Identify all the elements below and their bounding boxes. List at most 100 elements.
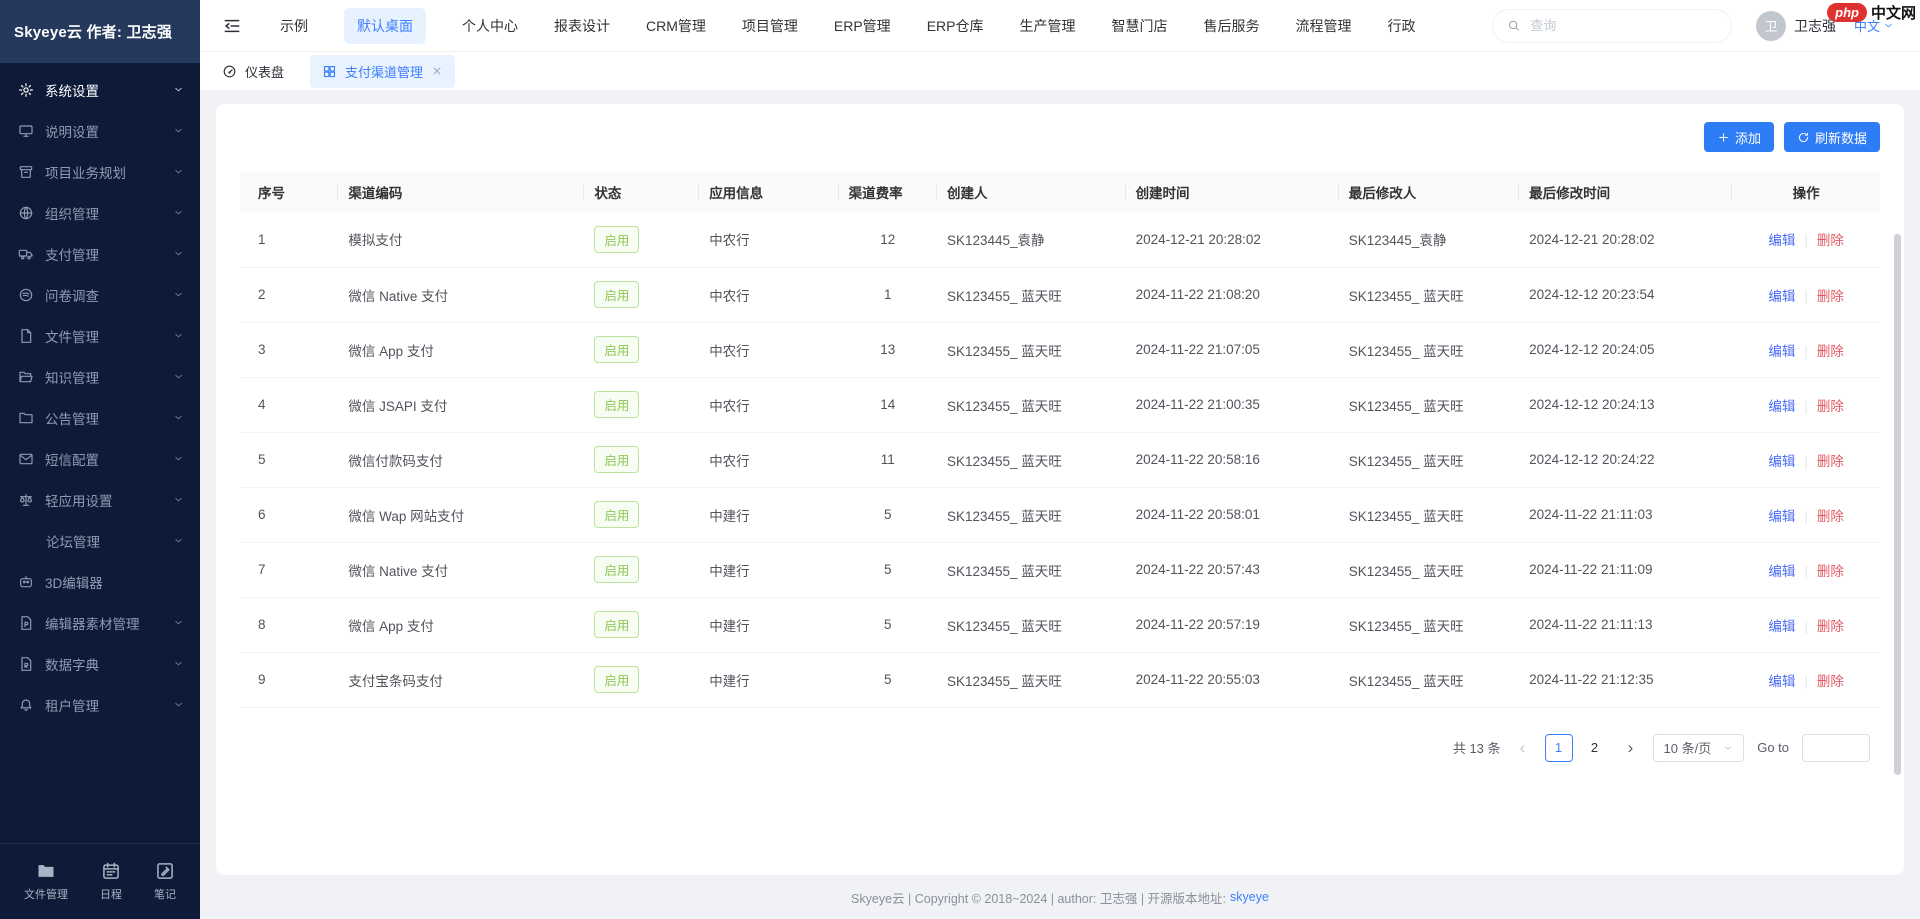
status-badge: 启用 [594, 501, 639, 528]
cell-actions: 编辑|删除 [1732, 432, 1880, 487]
delete-link[interactable]: 删除 [1817, 509, 1844, 524]
action-separator: | [1804, 674, 1808, 689]
cell-creator: SK123455_ 蓝天旺 [937, 377, 1126, 432]
search-input[interactable] [1528, 17, 1717, 34]
sidebar-item-system-settings[interactable]: 系统设置 [0, 69, 200, 110]
delete-link[interactable]: 删除 [1817, 233, 1844, 248]
chevron-down-icon [173, 248, 184, 259]
sidebar-item-editor-material-management[interactable]: 编辑器素材管理 [0, 602, 200, 643]
nav-item-personal-center[interactable]: 个人中心 [462, 16, 518, 36]
nav-item-process[interactable]: 流程管理 [1295, 16, 1351, 36]
delete-link[interactable]: 删除 [1817, 399, 1844, 414]
delete-link[interactable]: 删除 [1817, 289, 1844, 304]
edit-link[interactable]: 编辑 [1768, 619, 1795, 634]
sidebar-item-project-business-plan[interactable]: 项目业务规划 [0, 151, 200, 192]
sidebar-item-knowledge-management[interactable]: 知识管理 [0, 356, 200, 397]
sidebar-item-label: 编辑器素材管理 [45, 613, 173, 633]
refresh-data-button[interactable]: 刷新数据 [1784, 122, 1880, 152]
edit-link[interactable]: 编辑 [1768, 674, 1795, 689]
goto-page-input[interactable] [1802, 734, 1870, 762]
payment-channel-card: 添加 刷新数据 序号渠道编码状态应用信息渠道费率创建人创建时间最后修改人最后修改… [216, 104, 1904, 875]
sidebar-item-questionnaire-survey[interactable]: 问卷调查 [0, 274, 200, 315]
table-row: 2微信 Native 支付启用中农行1SK123455_ 蓝天旺2024-11-… [240, 267, 1880, 322]
sidebar-item-organization-management[interactable]: 组织管理 [0, 192, 200, 233]
tab-dashboard[interactable]: 仪表盘 [222, 62, 284, 81]
cell-actions: 编辑|删除 [1732, 212, 1880, 267]
nav-item-erp-warehouse[interactable]: ERP仓库 [927, 16, 984, 36]
sidebar-item-3d-editor[interactable]: 3D编辑器 [0, 561, 200, 602]
cell-modified-time: 2024-11-22 21:11:13 [1519, 597, 1732, 652]
vertical-scrollbar[interactable] [1894, 234, 1901, 775]
cell-created-time: 2024-11-22 21:07:05 [1126, 322, 1339, 377]
sidebar-shortcut-notes[interactable]: 笔记 [154, 861, 176, 902]
next-page-button[interactable]: › [1622, 738, 1640, 758]
table-header-row: 序号渠道编码状态应用信息渠道费率创建人创建时间最后修改人最后修改时间操作 [240, 172, 1880, 212]
tab-payment-channel-management[interactable]: 支付渠道管理 [310, 55, 455, 88]
cell-created-time: 2024-11-22 20:57:19 [1126, 597, 1339, 652]
folder-fill-icon [36, 861, 56, 881]
delete-link[interactable]: 删除 [1817, 619, 1844, 634]
delete-link[interactable]: 删除 [1817, 564, 1844, 579]
cell-created-time: 2024-11-22 20:58:16 [1126, 432, 1339, 487]
cell-creator: SK123455_ 蓝天旺 [937, 597, 1126, 652]
add-button[interactable]: 添加 [1704, 122, 1774, 152]
nav-item-project[interactable]: 项目管理 [742, 16, 798, 36]
column-header-6: 创建时间 [1126, 172, 1339, 212]
sidebar-item-tenant-management[interactable]: 租户管理 [0, 684, 200, 725]
page-button-2[interactable]: 2 [1581, 734, 1609, 762]
sidebar-item-announcement-management[interactable]: 公告管理 [0, 397, 200, 438]
cell-channel-code: 微信付款码支付 [338, 432, 584, 487]
page-size-select[interactable]: 10 条/页 [1653, 734, 1745, 762]
nav-item-production[interactable]: 生产管理 [1019, 16, 1075, 36]
sidebar-shortcut-schedule[interactable]: 日程 [100, 861, 122, 902]
sidebar-shortcut-file-management[interactable]: 文件管理 [24, 861, 68, 902]
global-search[interactable] [1492, 9, 1732, 43]
edit-link[interactable]: 编辑 [1768, 454, 1795, 469]
nav-item-crm[interactable]: CRM管理 [646, 16, 706, 36]
skyeye-link[interactable]: skyeye [1230, 890, 1269, 904]
php-cn-watermark: php 中文网 [1827, 2, 1916, 23]
edit-link[interactable]: 编辑 [1768, 289, 1795, 304]
sidebar-item-payment-management[interactable]: 支付管理 [0, 233, 200, 274]
nav-item-erp[interactable]: ERP管理 [834, 16, 891, 36]
cell-rate: 5 [839, 487, 937, 542]
sidebar-item-file-management[interactable]: 文件管理 [0, 315, 200, 356]
nav-item-after-sales[interactable]: 售后服务 [1203, 16, 1259, 36]
sidebar-item-forum-management[interactable]: 论坛管理 [0, 520, 200, 561]
sidebar-item-label: 论坛管理 [46, 531, 173, 551]
sidebar-item-data-dictionary[interactable]: 数据字典 [0, 643, 200, 684]
table-row: 7微信 Native 支付启用中建行5SK123455_ 蓝天旺2024-11-… [240, 542, 1880, 597]
edit-link[interactable]: 编辑 [1768, 564, 1795, 579]
page-size-value: 10 条/页 [1664, 738, 1712, 757]
delete-link[interactable]: 删除 [1817, 454, 1844, 469]
chevron-down-icon [173, 371, 184, 382]
edit-link[interactable]: 编辑 [1768, 509, 1795, 524]
prev-page-button[interactable]: ‹ [1514, 738, 1532, 758]
sidebar-item-light-app-settings[interactable]: 轻应用设置 [0, 479, 200, 520]
cell-actions: 编辑|删除 [1732, 597, 1880, 652]
collapse-sidebar-icon[interactable] [222, 16, 242, 36]
shortcut-label: 文件管理 [24, 886, 68, 902]
cell-creator: SK123455_ 蓝天旺 [937, 652, 1126, 707]
edit-link[interactable]: 编辑 [1768, 344, 1795, 359]
chevron-down-icon [173, 412, 184, 423]
avatar[interactable]: 卫 [1756, 11, 1786, 41]
nav-item-smart-store[interactable]: 智慧门店 [1111, 16, 1167, 36]
nav-item-default-desktop[interactable]: 默认桌面 [344, 8, 426, 44]
sidebar-item-sms-config[interactable]: 短信配置 [0, 438, 200, 479]
cell-creator: SK123455_ 蓝天旺 [937, 322, 1126, 377]
page-button-1[interactable]: 1 [1545, 734, 1573, 762]
cell-no: 2 [240, 267, 338, 322]
nav-item-administration[interactable]: 行政 [1387, 16, 1415, 36]
nav-item-example[interactable]: 示例 [280, 16, 308, 36]
edit-link[interactable]: 编辑 [1768, 399, 1795, 414]
sidebar-item-label: 租户管理 [45, 695, 173, 715]
sidebar-item-description-settings[interactable]: 说明设置 [0, 110, 200, 151]
nav-item-report-design[interactable]: 报表设计 [554, 16, 610, 36]
edit-link[interactable]: 编辑 [1768, 233, 1795, 248]
cell-no: 5 [240, 432, 338, 487]
close-icon[interactable] [431, 65, 443, 77]
delete-link[interactable]: 删除 [1817, 674, 1844, 689]
delete-link[interactable]: 删除 [1817, 344, 1844, 359]
sidebar-item-label: 3D编辑器 [45, 572, 184, 592]
